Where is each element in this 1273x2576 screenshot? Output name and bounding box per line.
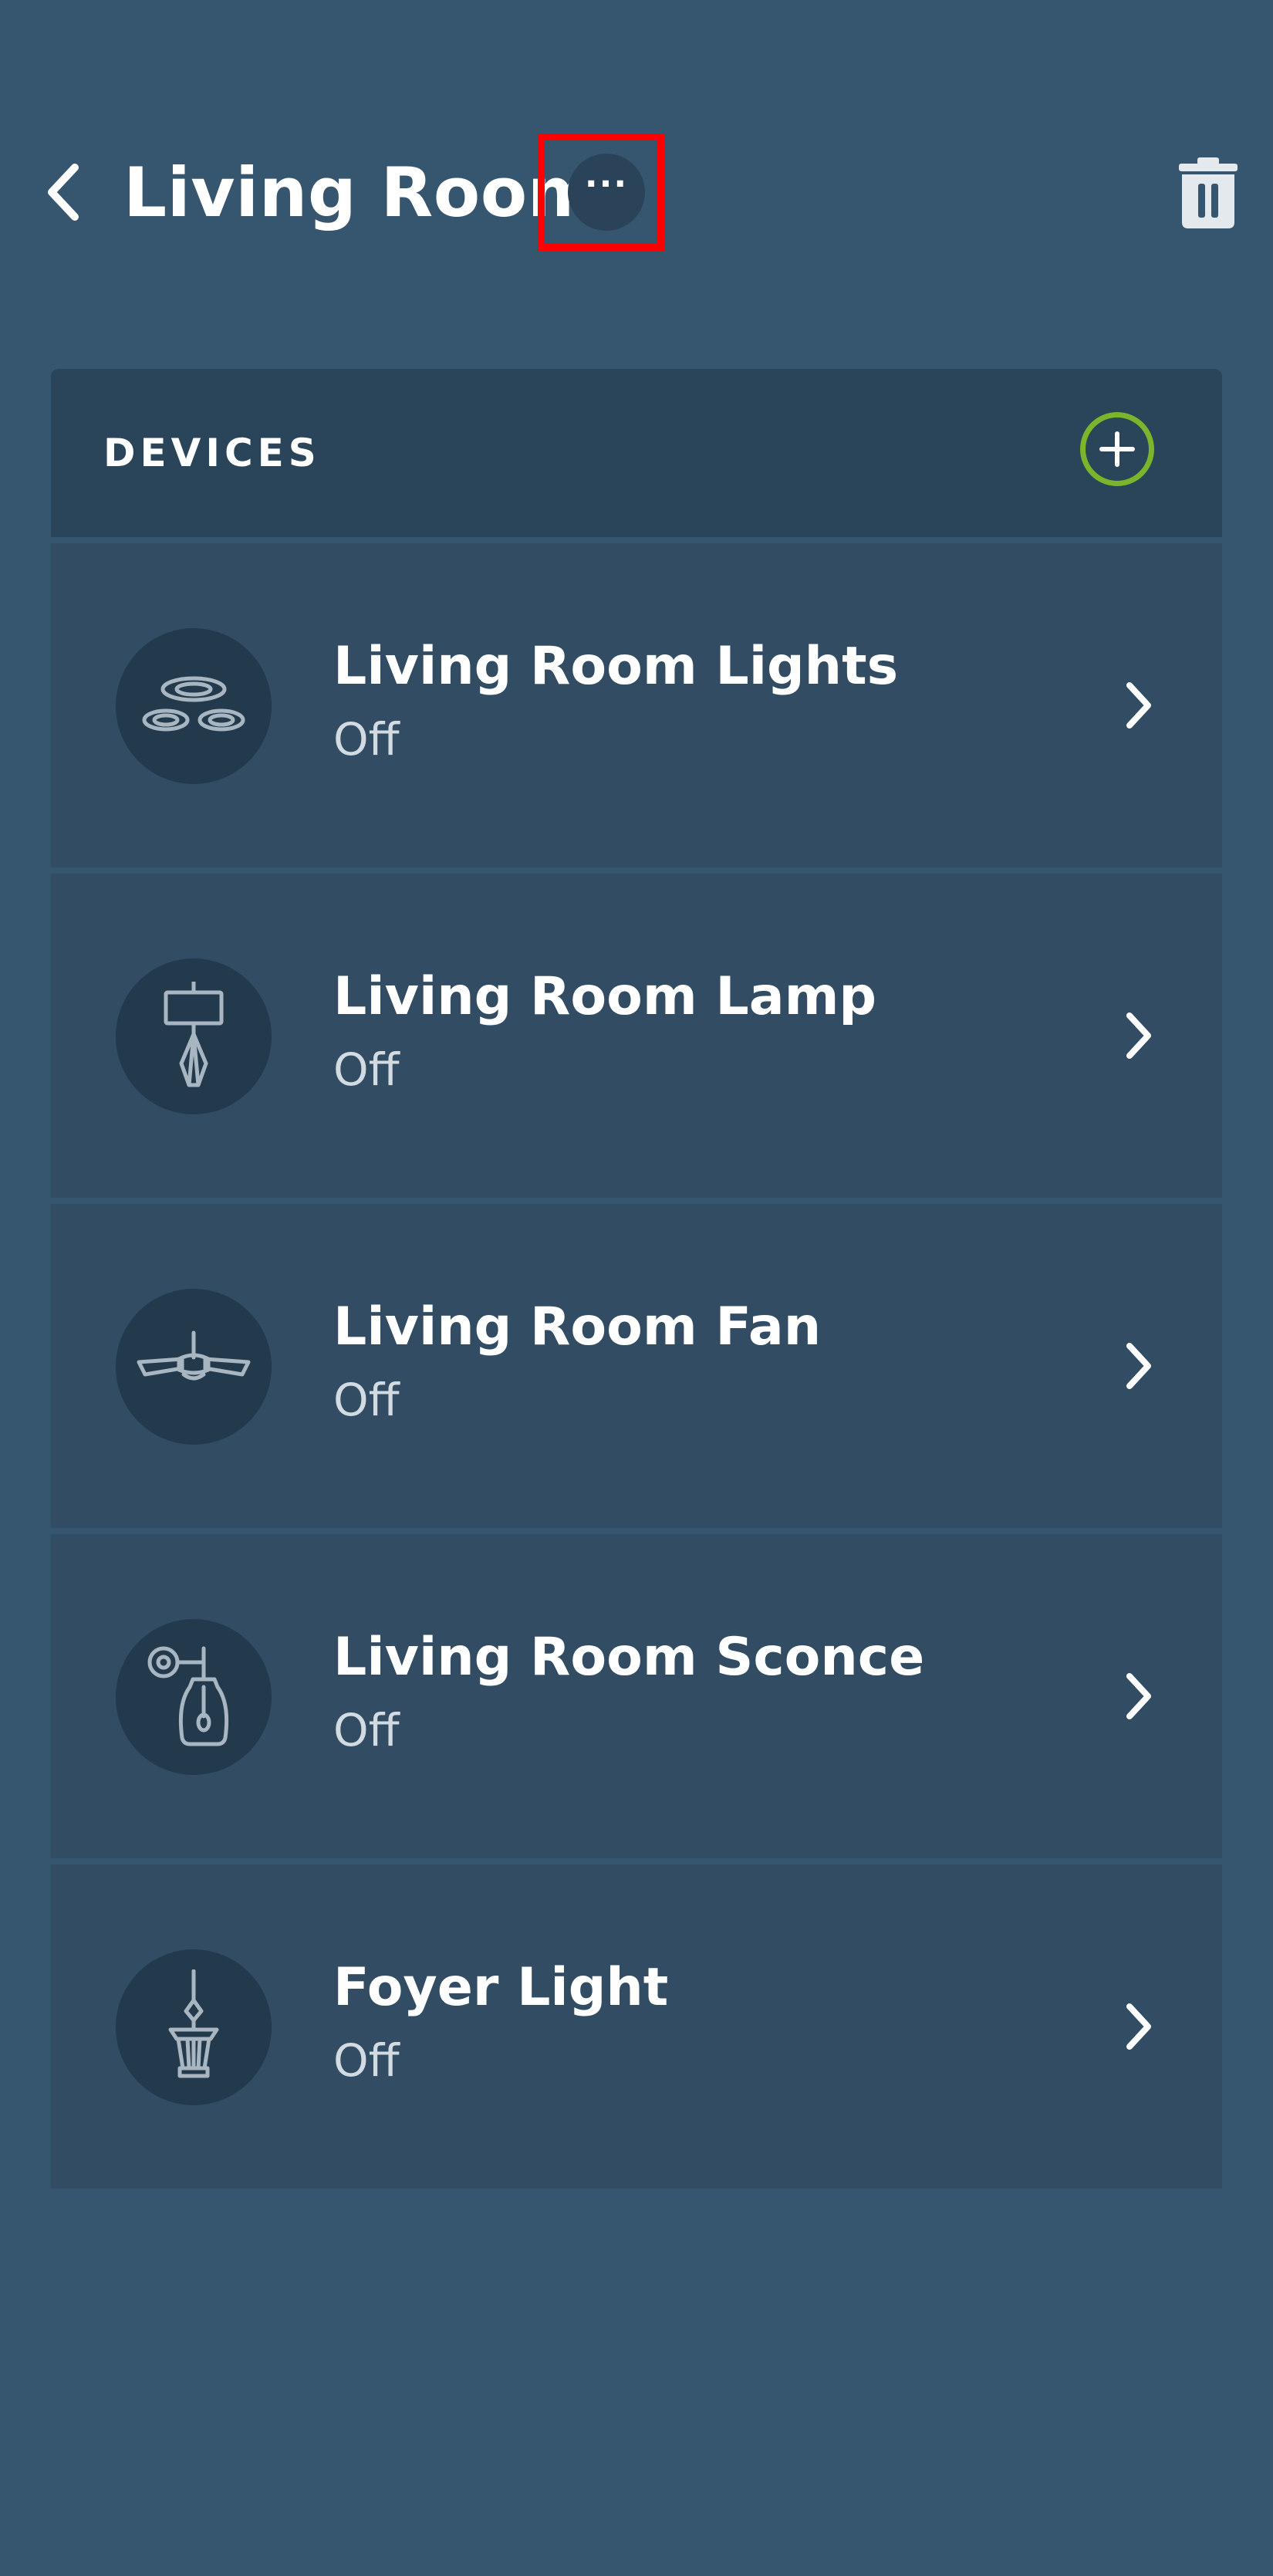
device-name: Living Room Lamp <box>333 966 877 1027</box>
device-name: Foyer Light <box>333 1957 669 2018</box>
device-row-living-room-fan[interactable]: Living Room Fan Off <box>51 1204 1222 1528</box>
device-status: Off <box>333 1374 400 1426</box>
device-row-living-room-lights[interactable]: Living Room Lights Off <box>51 543 1222 867</box>
more-options-button[interactable]: ··· <box>568 154 645 231</box>
chevron-left-icon <box>48 164 79 221</box>
pendant-lantern-icon <box>116 1949 272 2105</box>
device-name: Living Room Lights <box>333 636 899 697</box>
device-row-living-room-lamp[interactable]: Living Room Lamp Off <box>51 874 1222 1198</box>
device-name: Living Room Fan <box>333 1296 822 1357</box>
chevron-right-icon <box>1116 1996 1162 2057</box>
device-status: Off <box>333 713 400 766</box>
recessed-lights-icon <box>116 628 272 784</box>
chevron-right-icon <box>1116 1665 1162 1727</box>
chevron-right-icon <box>1116 1005 1162 1067</box>
device-status: Off <box>333 1043 400 1096</box>
devices-section-title: DEVICES <box>103 431 321 475</box>
app-header: Living Room ··· <box>0 116 1273 270</box>
device-row-living-room-sconce[interactable]: Living Room Sconce Off <box>51 1534 1222 1858</box>
page-title: Living Room <box>123 153 599 232</box>
devices-section-header: DEVICES <box>51 369 1222 537</box>
add-device-button[interactable] <box>1080 412 1154 486</box>
device-status: Off <box>333 1704 400 1756</box>
trash-icon <box>1179 157 1238 228</box>
more-dots-icon: ··· <box>584 164 629 204</box>
device-status: Off <box>333 2034 400 2087</box>
back-button[interactable] <box>32 157 94 227</box>
wall-sconce-icon <box>116 1619 272 1775</box>
devices-card: DEVICES Living Room Lights Off Living Ro… <box>51 369 1222 2196</box>
plus-icon <box>1099 431 1135 467</box>
ceiling-fan-icon <box>116 1289 272 1445</box>
table-lamp-icon <box>116 958 272 1114</box>
chevron-right-icon <box>1116 1335 1162 1397</box>
delete-room-button[interactable] <box>1173 154 1244 232</box>
device-name: Living Room Sconce <box>333 1627 925 1688</box>
device-row-foyer-light[interactable]: Foyer Light Off <box>51 1864 1222 2189</box>
chevron-right-icon <box>1116 674 1162 736</box>
